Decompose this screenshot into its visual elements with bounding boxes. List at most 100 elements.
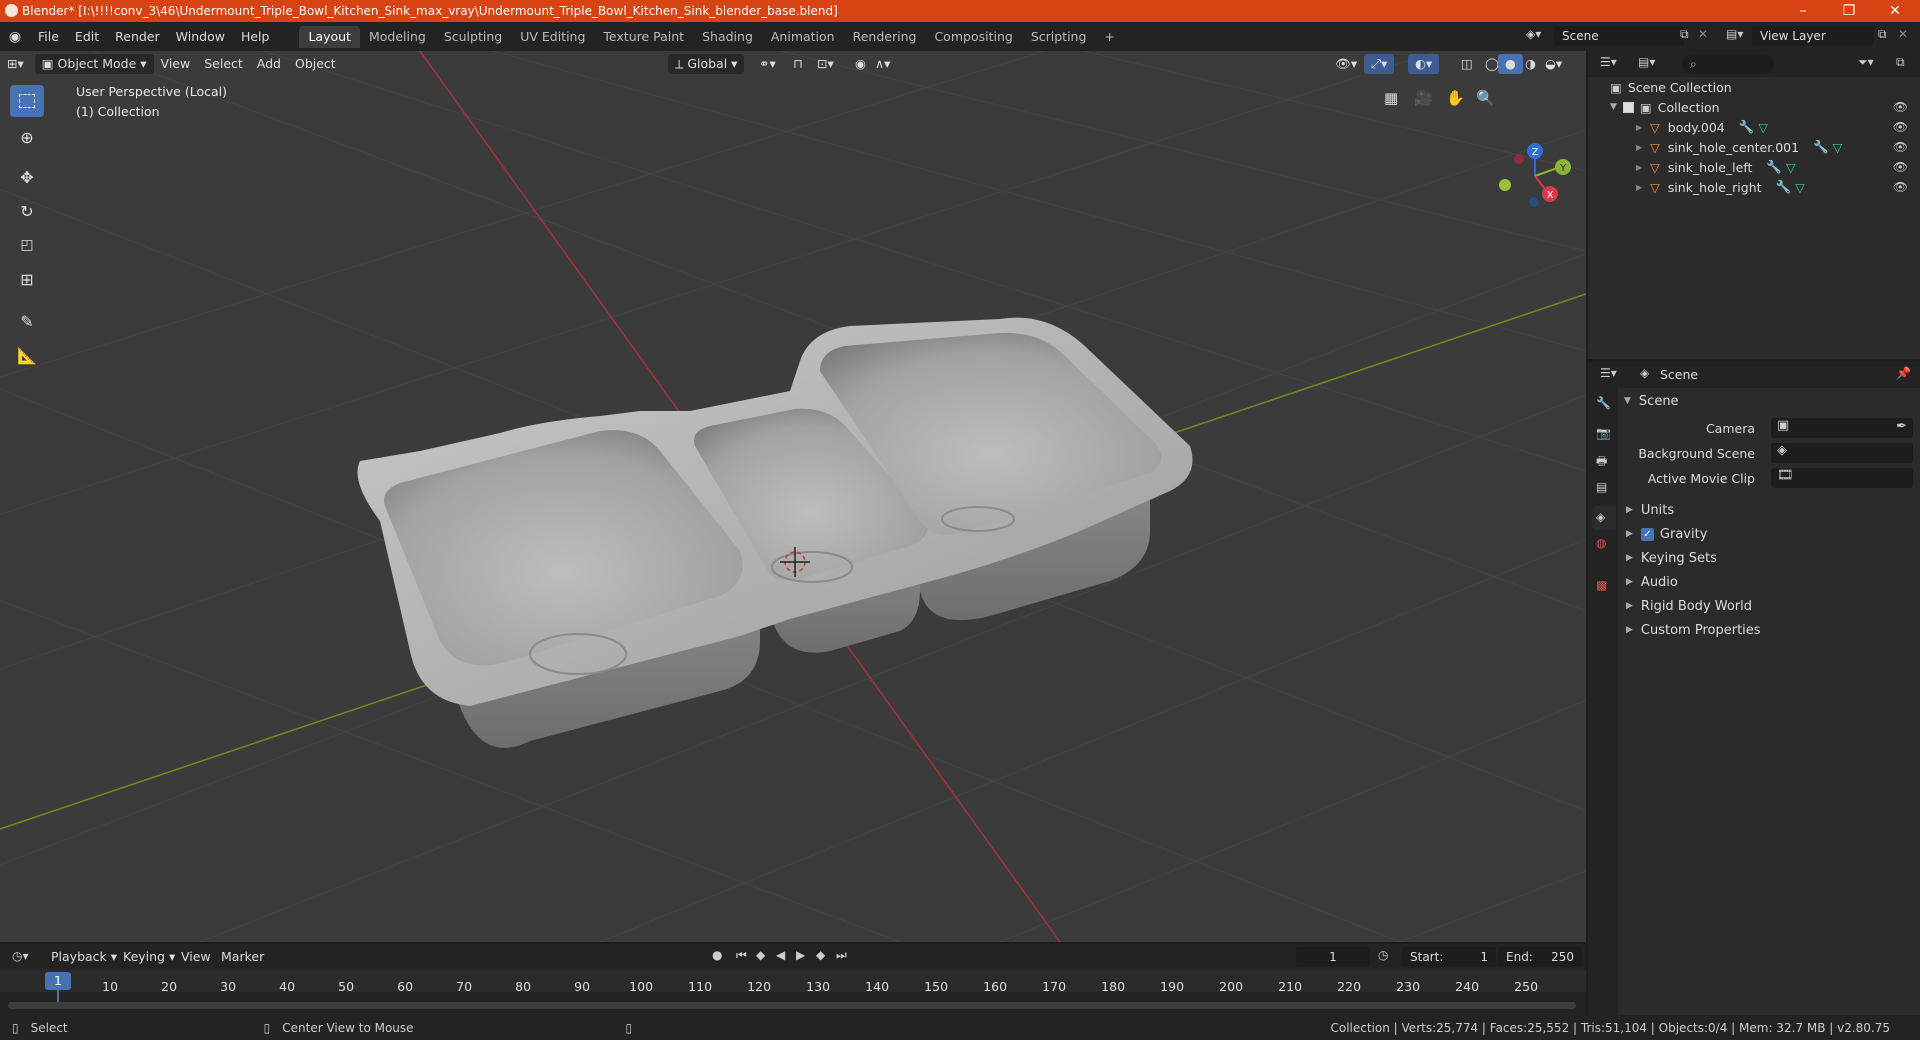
camera-field[interactable]: ▣ ✒ bbox=[1771, 418, 1913, 438]
gizmo-toggle-icon[interactable]: ⤢▾ bbox=[1364, 54, 1395, 74]
timeline-scrollbar[interactable] bbox=[8, 1002, 1576, 1009]
scale-tool[interactable]: ◰ bbox=[10, 229, 44, 261]
object-visibility-icon[interactable]: 👁 bbox=[1893, 160, 1908, 174]
3d-viewport[interactable]: Z Y X ⊕ ✥ ↻ ◰ ⊞ ✎ 📐 User Perspective (Lo… bbox=[0, 51, 1586, 942]
pin-icon[interactable]: 📌 bbox=[1896, 366, 1911, 380]
delete-view-layer-icon[interactable]: ✕ bbox=[1898, 27, 1908, 41]
menu-edit[interactable]: Edit bbox=[67, 26, 107, 48]
blender-menu-icon[interactable]: ◉ bbox=[0, 29, 30, 45]
add-workspace-button[interactable]: + bbox=[1095, 26, 1123, 48]
proportional-falloff-icon[interactable]: ∧▾ bbox=[868, 54, 897, 74]
object-visibility-icon[interactable]: 👁 bbox=[1893, 180, 1908, 194]
outliner-object-row[interactable]: ▶ ▽ body.004 🔧 ▽ 👁 bbox=[1588, 117, 1920, 137]
rotate-tool[interactable]: ↻ bbox=[10, 195, 44, 227]
start-frame-field[interactable]: Start: 1 bbox=[1402, 947, 1496, 967]
tab-rendering[interactable]: Rendering bbox=[844, 26, 926, 48]
outliner-scene-collection[interactable]: ▣ Scene Collection bbox=[1588, 77, 1920, 97]
play-reverse-icon[interactable]: ◀ bbox=[776, 948, 785, 962]
minimize-button[interactable]: – bbox=[1780, 0, 1826, 22]
menu-help[interactable]: Help bbox=[233, 26, 278, 48]
play-icon[interactable]: ▶ bbox=[796, 948, 805, 962]
viewport-menu-object[interactable]: Object bbox=[288, 54, 343, 74]
timeline-menu-keying[interactable]: Keying ▾ bbox=[116, 947, 182, 967]
keying-sets-panel[interactable]: ▶ Keying Sets bbox=[1588, 547, 1920, 569]
outliner-object-row[interactable]: ▶ ▽ sink_hole_left 🔧 ▽ 👁 bbox=[1588, 157, 1920, 177]
tab-compositing[interactable]: Compositing bbox=[925, 26, 1021, 48]
outliner-object-row[interactable]: ▶ ▽ sink_hole_center.001 🔧 ▽ 👁 bbox=[1588, 137, 1920, 157]
scene-panel-header[interactable]: ▼ Scene bbox=[1588, 390, 1920, 412]
select-box-tool[interactable] bbox=[10, 85, 44, 117]
jump-keyframe-forward-icon[interactable]: ◆ bbox=[816, 948, 825, 962]
move-tool[interactable]: ✥ bbox=[10, 161, 44, 193]
record-button-icon[interactable]: ● bbox=[712, 948, 722, 962]
viewport-menu-add[interactable]: Add bbox=[250, 54, 288, 74]
custom-properties-panel[interactable]: ▶ Custom Properties bbox=[1588, 619, 1920, 641]
editor-type-icon[interactable]: ⊞▾ bbox=[0, 54, 31, 74]
gravity-panel[interactable]: ▶ ✓ Gravity bbox=[1588, 523, 1920, 545]
viewport-menu-view[interactable]: View bbox=[154, 54, 198, 74]
orientation-dropdown[interactable]: ⟂ Global ▾ bbox=[668, 54, 745, 74]
collapse-chevron-icon[interactable]: ▼ bbox=[1610, 102, 1617, 112]
expand-chevron-icon[interactable]: ▶ bbox=[1636, 143, 1642, 152]
display-mode-icon[interactable]: ▤▾ bbox=[1638, 55, 1655, 69]
properties-editor-icon[interactable]: ☰▾ bbox=[1600, 366, 1617, 380]
pivot-point-icon[interactable]: ⚭▾ bbox=[752, 54, 783, 74]
xray-toggle-icon[interactable]: ◫ bbox=[1454, 54, 1480, 74]
toggle-camera-grid-icon[interactable]: ▦ bbox=[1384, 89, 1398, 107]
expand-chevron-icon[interactable]: ▶ bbox=[1636, 163, 1642, 172]
expand-chevron-icon[interactable]: ▶ bbox=[1636, 123, 1642, 132]
outliner-search-input[interactable]: ⌕ bbox=[1682, 54, 1774, 74]
zoom-view-icon[interactable]: 🔍 bbox=[1476, 89, 1495, 107]
timeline-menu-view[interactable]: View bbox=[174, 947, 218, 967]
tab-scripting[interactable]: Scripting bbox=[1022, 26, 1096, 48]
scene-name-field[interactable]: Scene bbox=[1554, 26, 1684, 46]
scene-selector-icon[interactable]: ◈▾ bbox=[1526, 27, 1541, 41]
jump-keyframe-back-icon[interactable]: ◆ bbox=[756, 948, 765, 962]
view-layer-field[interactable]: View Layer bbox=[1752, 26, 1874, 46]
timeline-menu-marker[interactable]: Marker bbox=[214, 947, 271, 967]
new-collection-icon[interactable]: ⧉ bbox=[1896, 55, 1905, 70]
transform-tool[interactable]: ⊞ bbox=[10, 263, 44, 295]
snap-icon[interactable]: ⊓ bbox=[786, 54, 810, 74]
end-frame-field[interactable]: End: 250 bbox=[1498, 947, 1582, 967]
tab-layout[interactable]: Layout bbox=[299, 25, 360, 48]
collection-checkbox[interactable] bbox=[1622, 101, 1634, 113]
audio-panel[interactable]: ▶ Audio bbox=[1588, 571, 1920, 593]
timeline-menu-playback[interactable]: Playback ▾ bbox=[44, 947, 124, 967]
collection-visibility-icon[interactable]: 👁 bbox=[1893, 100, 1908, 114]
tab-animation[interactable]: Animation bbox=[762, 26, 844, 48]
rendered-shading-icon[interactable]: ◒▾ bbox=[1538, 54, 1569, 74]
new-scene-icon[interactable]: ⧉ bbox=[1680, 27, 1689, 42]
snap-target-icon[interactable]: ⊡▾ bbox=[810, 54, 841, 74]
current-frame-field[interactable]: 1 bbox=[1296, 947, 1370, 967]
menu-render[interactable]: Render bbox=[107, 26, 168, 48]
tab-shading[interactable]: Shading bbox=[693, 26, 762, 48]
overlay-toggle-icon[interactable]: ◐▾ bbox=[1408, 54, 1440, 74]
object-visibility-icon[interactable]: 👁 bbox=[1893, 120, 1908, 134]
mode-dropdown[interactable]: ▣ Object Mode ▾ bbox=[34, 54, 154, 74]
new-view-layer-icon[interactable]: ⧉ bbox=[1878, 27, 1887, 42]
preview-range-icon[interactable]: ◷ bbox=[1378, 948, 1388, 962]
jump-end-icon[interactable]: ⏭ bbox=[836, 948, 847, 963]
background-scene-field[interactable]: ◈ bbox=[1771, 443, 1913, 463]
measure-tool[interactable]: 📐 bbox=[10, 339, 44, 371]
jump-start-icon[interactable]: ⏮ bbox=[736, 948, 747, 963]
outliner-editor-icon[interactable]: ☰▾ bbox=[1600, 55, 1617, 69]
tab-modeling[interactable]: Modeling bbox=[360, 26, 435, 48]
outliner-collection[interactable]: ▼ ▣ Collection 👁 bbox=[1588, 97, 1920, 117]
maximize-button[interactable]: ❐ bbox=[1826, 0, 1872, 22]
playhead-frame-indicator[interactable]: 1 bbox=[45, 972, 71, 990]
tab-uv-editing[interactable]: UV Editing bbox=[511, 26, 594, 48]
view-layer-icon[interactable]: ▤▾ bbox=[1726, 27, 1743, 41]
gravity-checkbox[interactable]: ✓ bbox=[1640, 527, 1654, 541]
menu-file[interactable]: File bbox=[30, 26, 67, 48]
rigid-body-world-panel[interactable]: ▶ Rigid Body World bbox=[1588, 595, 1920, 617]
tab-sculpting[interactable]: Sculpting bbox=[435, 26, 511, 48]
close-button[interactable]: ✕ bbox=[1872, 0, 1918, 22]
active-movie-clip-field[interactable]: 🎞 bbox=[1771, 468, 1913, 488]
outliner-object-row[interactable]: ▶ ▽ sink_hole_right 🔧 ▽ 👁 bbox=[1588, 177, 1920, 197]
filter-icon[interactable]: ⏷▾ bbox=[1858, 55, 1874, 70]
delete-scene-icon[interactable]: ✕ bbox=[1698, 27, 1708, 41]
units-panel[interactable]: ▶ Units bbox=[1588, 499, 1920, 521]
cursor-tool[interactable]: ⊕ bbox=[10, 121, 44, 153]
